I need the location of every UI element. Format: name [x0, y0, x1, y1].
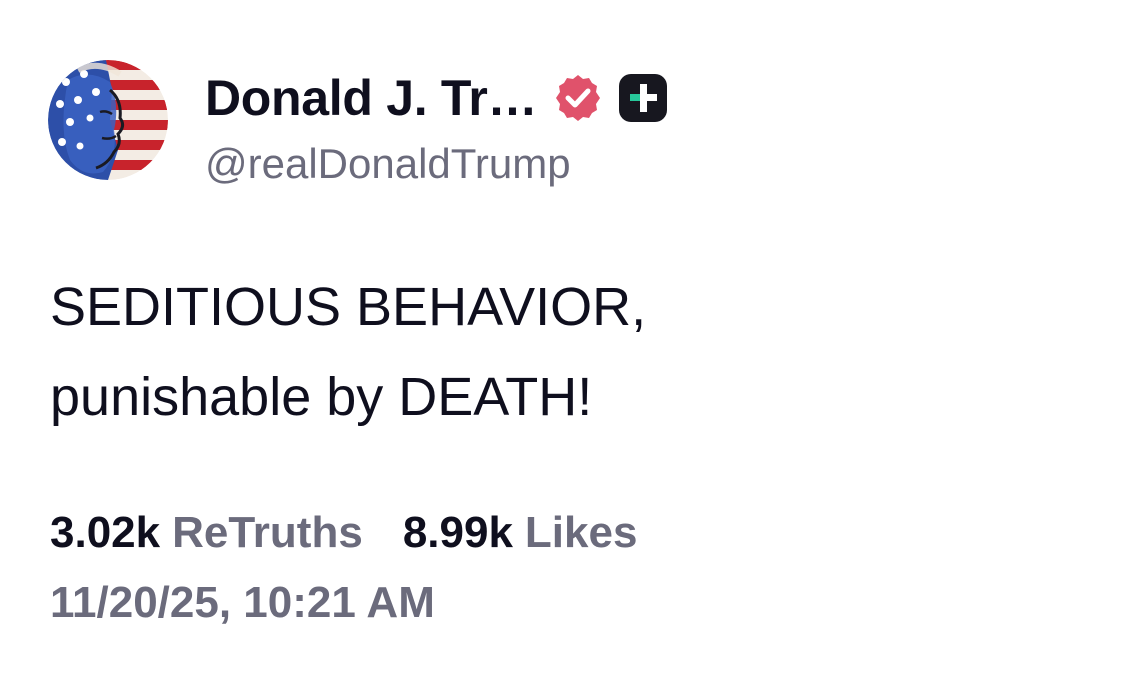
likes-count: 8.99k — [402, 508, 513, 557]
author-handle[interactable]: @realDonaldTrump — [205, 140, 571, 188]
profile-avatar[interactable] — [48, 60, 168, 180]
post-text-line: punishable by DEATH! — [50, 367, 593, 427]
retruths-stat[interactable]: 3.02k ReTruths — [50, 508, 363, 558]
likes-label: Likes — [524, 508, 638, 557]
verified-badge-icon — [556, 75, 601, 121]
author-display-name[interactable]: Donald J. Tr… — [205, 69, 538, 127]
post-stats: 3.02k ReTruths 8.99k Likes — [50, 508, 637, 558]
post-text-line: SEDITIOUS BEHAVIOR, — [50, 277, 647, 337]
post-text: SEDITIOUS BEHAVIOR, punishable by DEATH! — [50, 262, 1090, 442]
likes-stat[interactable]: 8.99k Likes — [403, 508, 638, 558]
author-name-row: Donald J. Tr… — [205, 66, 669, 130]
retruths-count: 3.02k — [50, 508, 161, 557]
truth-plus-icon — [619, 74, 668, 122]
avatar-image — [48, 60, 168, 180]
retruths-label: ReTruths — [172, 508, 363, 557]
post-timestamp[interactable]: 11/20/25, 10:21 AM — [50, 578, 435, 628]
